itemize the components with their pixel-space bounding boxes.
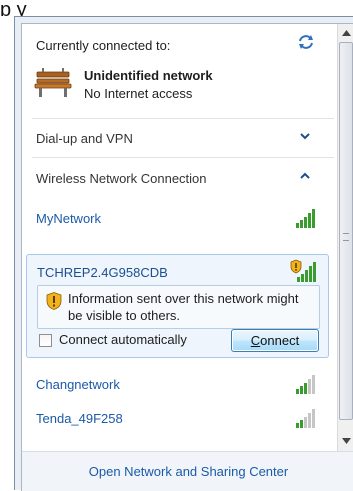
section-dialup-label: Dial-up and VPN xyxy=(36,131,133,146)
scroll-thumb[interactable] xyxy=(339,42,353,420)
truncated-heading: p y xyxy=(0,0,27,16)
network-item[interactable]: Changnetwork xyxy=(26,368,328,402)
network-name: MyNetwork xyxy=(36,211,102,226)
signal-strength-icon xyxy=(294,207,318,232)
current-network-name: Unidentified network xyxy=(84,68,213,83)
network-item[interactable]: Tenda_49F258 xyxy=(26,402,328,436)
network-name: Tenda_49F258 xyxy=(36,411,123,426)
scroll-grip-icon xyxy=(343,233,349,241)
chevron-up-icon xyxy=(300,171,310,184)
section-dialup[interactable]: Dial-up and VPN xyxy=(26,124,328,152)
connect-automatically-label: Connect automatically xyxy=(59,332,187,347)
currently-connected-label: Currently connected to: xyxy=(36,38,171,53)
chevron-down-icon xyxy=(300,131,310,144)
footer: Open Network and Sharing Center xyxy=(22,451,353,491)
network-panel: Currently connected to: Unidentified net… xyxy=(21,23,353,491)
unsecured-signal-icon xyxy=(290,259,318,286)
network-sharing-center-link[interactable]: Open Network and Sharing Center xyxy=(89,464,288,479)
divider xyxy=(32,157,334,158)
connect-automatically-checkbox[interactable] xyxy=(39,334,52,347)
current-network-status: No Internet access xyxy=(84,86,193,101)
connect-label-rest: onnect xyxy=(260,333,300,348)
signal-strength-icon xyxy=(294,407,318,432)
selected-network-panel[interactable]: TCHREP2.4G958CDB Information sent over t… xyxy=(26,254,329,358)
network-name: TCHREP2.4G958CDB xyxy=(37,265,168,280)
section-wireless-label: Wireless Network Connection xyxy=(36,171,207,186)
section-wireless[interactable]: Wireless Network Connection xyxy=(26,164,328,192)
warning-shield-icon xyxy=(46,292,62,313)
security-warning-text: Information sent over this network might… xyxy=(68,291,299,323)
scrollbar[interactable] xyxy=(337,24,353,451)
scroll-down-button[interactable] xyxy=(338,433,353,449)
security-warning-box: Information sent over this network might… xyxy=(37,285,320,329)
network-flyout: Currently connected to: Unidentified net… xyxy=(14,16,353,491)
network-name: Changnetwork xyxy=(36,377,120,392)
refresh-icon[interactable] xyxy=(296,32,316,52)
signal-strength-icon xyxy=(294,373,318,398)
connect-mnemonic: C xyxy=(250,333,261,348)
connect-button[interactable]: Connect xyxy=(231,329,319,352)
bench-icon xyxy=(34,67,72,99)
divider xyxy=(32,118,334,119)
scroll-up-button[interactable] xyxy=(338,25,353,41)
network-item[interactable]: MyNetwork xyxy=(26,202,328,236)
